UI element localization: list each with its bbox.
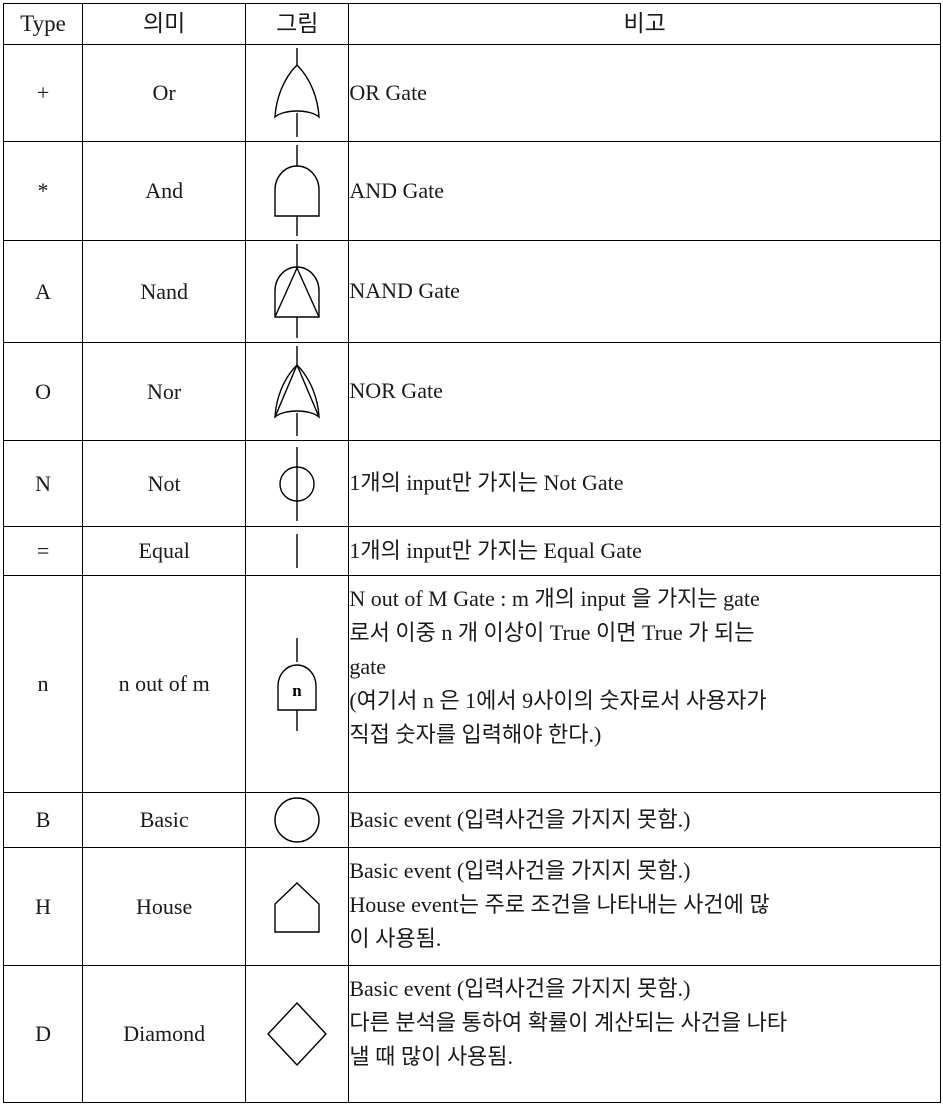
equal-gate-figure xyxy=(246,530,348,572)
row-type-not: N xyxy=(2,440,84,527)
row-type-n-out-of-m: n xyxy=(2,575,84,793)
row-remark-n-out-of-m: N out of M Gate : m 개의 input 을 가지는 gate … xyxy=(348,575,941,793)
remark-line: 1개의 input만 가지는 Equal Gate xyxy=(349,537,642,563)
remark-line: NAND Gate xyxy=(349,278,460,304)
table-row: H House Basic event (입력사건을 가지지 못함.) Hous… xyxy=(2,847,941,966)
row-remark-or: OR Gate xyxy=(348,44,941,142)
and-gate-symbol xyxy=(274,145,320,236)
table-header-row: Type 의미 그림 비고 xyxy=(2,3,941,45)
remark-line: 로서 이중 n 개 이상이 True 이면 True 가 되는 xyxy=(349,620,755,646)
row-figure-basic xyxy=(245,792,350,848)
remark-line: Basic event (입력사건을 가지지 못함.) xyxy=(349,806,691,832)
remark-line: House event는 주로 조건을 나타내는 사건에 많 xyxy=(349,892,770,918)
remark-line: Basic event (입력사건을 가지지 못함.) xyxy=(349,858,691,883)
row-type-and: * xyxy=(2,141,84,241)
header-remark: 비고 xyxy=(348,3,941,45)
nor-gate-figure xyxy=(246,345,348,438)
row-remark-nand: NAND Gate xyxy=(348,240,941,343)
n-out-of-m-gate-symbol: n xyxy=(277,638,317,731)
row-remark-house: Basic event (입력사건을 가지지 못함.) House event는… xyxy=(348,847,941,966)
row-meaning-basic: Basic xyxy=(82,792,247,848)
nor-gate-symbol xyxy=(274,346,321,436)
row-meaning-nand: Nand xyxy=(82,240,247,343)
header-meaning: 의미 xyxy=(82,3,247,45)
row-type-house: H xyxy=(2,847,84,966)
row-meaning-nor: Nor xyxy=(82,342,247,441)
remark-line: AND Gate xyxy=(349,177,445,203)
header-type: Type xyxy=(2,3,84,45)
row-figure-not xyxy=(245,440,350,527)
n-out-of-m-gate-label: n xyxy=(293,681,303,700)
table-row: D Diamond Basic event (입력사건을 가지지 못함.) 다른… xyxy=(2,965,941,1103)
n-out-of-m-gate-figure: n xyxy=(246,634,348,734)
row-remark-not: 1개의 input만 가지는 Not Gate xyxy=(348,440,941,527)
fault-tree-symbol-table: Type 의미 그림 비고 + Or OR Gate * And AND Gat… xyxy=(2,3,941,1103)
row-type-diamond: D xyxy=(2,965,84,1103)
nand-gate-figure xyxy=(246,243,348,340)
header-figure: 그림 xyxy=(245,3,350,45)
row-type-basic: B xyxy=(2,792,84,848)
equal-gate-symbol xyxy=(296,534,298,568)
not-gate-figure xyxy=(246,444,348,524)
table-row: + Or OR Gate xyxy=(2,44,941,142)
remark-line: OR Gate xyxy=(349,79,427,105)
remark-line: gate xyxy=(349,654,387,680)
not-gate-symbol xyxy=(279,446,315,521)
basic-event-figure xyxy=(246,796,348,844)
row-meaning-or: Or xyxy=(82,44,247,142)
row-meaning-and: And xyxy=(82,141,247,241)
house-event-figure xyxy=(246,878,348,936)
row-figure-diamond xyxy=(245,965,350,1103)
diamond-event-symbol xyxy=(267,1001,328,1067)
row-remark-basic: Basic event (입력사건을 가지지 못함.) xyxy=(348,792,941,848)
table-row: n n out of m n N out of M Gate : m 개의 in… xyxy=(2,575,941,793)
remark-line: 낼 때 많이 사용됨. xyxy=(349,1044,514,1070)
table-row: N Not 1개의 input만 가지는 Not Gate xyxy=(2,440,941,527)
row-meaning-house: House xyxy=(82,847,247,966)
row-figure-equal xyxy=(245,526,350,576)
table-row: A Nand NAND Gate xyxy=(2,240,941,343)
table-row: B Basic Basic event (입력사건을 가지지 못함.) xyxy=(2,792,941,848)
row-remark-equal: 1개의 input만 가지는 Equal Gate xyxy=(348,526,941,576)
house-event-symbol xyxy=(274,881,320,933)
row-meaning-n-out-of-m: n out of m xyxy=(82,575,247,793)
or-gate-symbol xyxy=(274,48,321,137)
remark-line: (여기서 n 은 1에서 9사이의 숫자로서 사용자가 xyxy=(349,688,767,714)
table-row: * And AND Gate xyxy=(2,141,941,241)
table-row: = Equal 1개의 input만 가지는 Equal Gate xyxy=(2,526,941,576)
nand-gate-symbol xyxy=(274,244,320,338)
row-meaning-diamond: Diamond xyxy=(82,965,247,1103)
row-type-or: + xyxy=(2,44,84,142)
remark-line: N out of M Gate : m 개의 input 을 가지는 gate xyxy=(349,586,760,611)
row-figure-n-out-of-m: n xyxy=(245,575,350,793)
row-meaning-equal: Equal xyxy=(82,526,247,576)
row-type-nor: O xyxy=(2,342,84,441)
row-figure-house xyxy=(245,847,350,966)
row-meaning-not: Not xyxy=(82,440,247,527)
row-remark-and: AND Gate xyxy=(348,141,941,241)
row-figure-nand xyxy=(245,240,350,343)
remark-line: 이 사용됨. xyxy=(349,926,442,952)
row-figure-nor xyxy=(245,342,350,441)
remark-line: 직접 숫자를 입력해야 한다.) xyxy=(349,722,602,748)
remark-line: 다른 분석을 통하여 확률이 계산되는 사건을 나타 xyxy=(349,1010,788,1036)
row-figure-or xyxy=(245,44,350,142)
row-remark-nor: NOR Gate xyxy=(348,342,941,441)
remark-line: 1개의 input만 가지는 Not Gate xyxy=(349,470,624,496)
row-remark-diamond: Basic event (입력사건을 가지지 못함.) 다른 분석을 통하여 확… xyxy=(348,965,941,1103)
or-gate-figure xyxy=(246,47,348,139)
remark-line: NOR Gate xyxy=(349,378,443,404)
diamond-event-figure xyxy=(246,999,348,1069)
basic-event-circle-symbol xyxy=(274,797,320,843)
and-gate-figure xyxy=(246,144,348,238)
remark-line: Basic event (입력사건을 가지지 못함.) xyxy=(349,976,691,1001)
row-type-equal: = xyxy=(2,526,84,576)
row-figure-and xyxy=(245,141,350,241)
row-type-nand: A xyxy=(2,240,84,343)
table-row: O Nor NOR Gate xyxy=(2,342,941,441)
